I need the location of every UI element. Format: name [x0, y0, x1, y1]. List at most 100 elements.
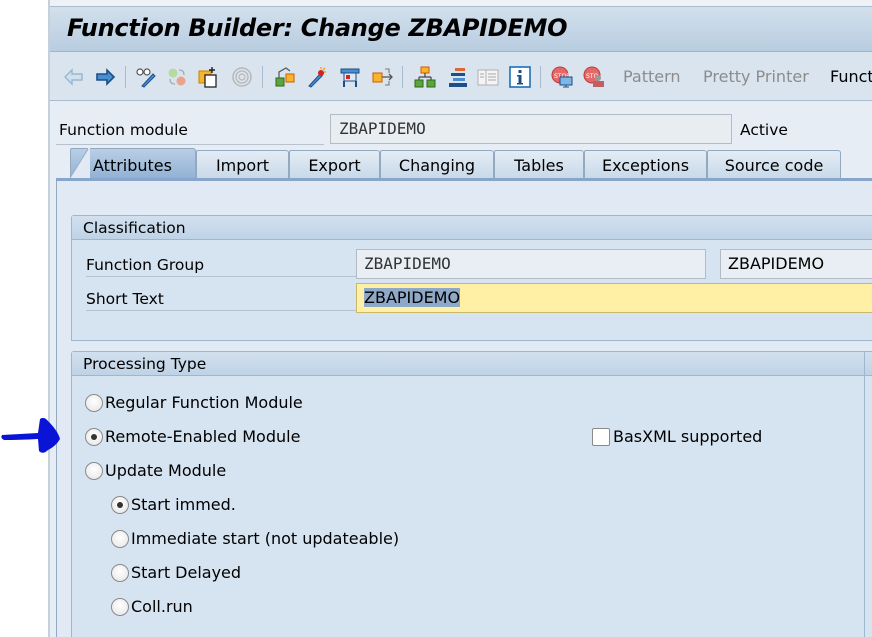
function-group-text-field: ZBAPIDEMO: [720, 249, 872, 279]
tab-underline: [56, 178, 872, 181]
radio-start-delayed[interactable]: Start Delayed: [111, 563, 241, 582]
function-group-field[interactable]: ZBAPIDEMO: [356, 249, 706, 279]
radio-button-selected[interactable]: [111, 495, 129, 514]
pretty-printer-button[interactable]: Pretty Printer: [703, 67, 809, 86]
sap-window: Function Builder: Change ZBAPIDEMO STO P…: [48, 0, 872, 637]
radio-button[interactable]: [111, 563, 129, 582]
short-text-input[interactable]: ZBAPIDEMO: [356, 283, 872, 313]
object-list-button[interactable]: [413, 65, 437, 89]
function-module-header: Function module ZBAPIDEMO Active: [50, 101, 872, 145]
radio-label: Immediate start (not updateable): [131, 529, 400, 548]
radio-coll-run[interactable]: Coll.run: [111, 597, 193, 616]
display-object-list-button[interactable]: [476, 65, 500, 89]
session-breakpoint-icon: STO: [583, 66, 604, 87]
other-object-icon: [198, 67, 217, 88]
display-object-list-icon: [477, 69, 499, 86]
radio-label: Update Module: [105, 461, 227, 480]
checkbox[interactable]: [592, 427, 610, 446]
tab-strip: Attributes Import Export Changing Tables…: [50, 148, 872, 180]
tab-export[interactable]: Export: [289, 150, 380, 180]
function-module-label: Function module: [59, 121, 188, 139]
tab-label: Tables: [514, 156, 564, 175]
active-inactive-icon: [168, 68, 186, 86]
session-breakpoint-button[interactable]: STO: [582, 65, 606, 89]
functions-button[interactable]: Funct: [830, 67, 872, 86]
radio-label: Start Delayed: [131, 563, 242, 582]
test-button[interactable]: [305, 65, 329, 89]
function-module-field[interactable]: ZBAPIDEMO: [330, 114, 732, 144]
function-group-label: Function Group: [86, 256, 205, 274]
attributes-panel: Classification Function Group ZBAPIDEMO …: [56, 181, 872, 637]
radio-remote-enabled-module[interactable]: Remote-Enabled Module: [85, 427, 300, 446]
activate-icon: [275, 67, 295, 87]
window-title: Function Builder: Change ZBAPIDEMO: [67, 14, 568, 42]
radio-regular-function-module[interactable]: Regular Function Module: [85, 393, 303, 412]
tab-source-code[interactable]: Source code: [707, 150, 841, 180]
row-underline: [86, 276, 356, 277]
check-icon: [232, 67, 252, 87]
other-object-button[interactable]: [197, 65, 221, 89]
back-button[interactable]: [62, 65, 86, 89]
display-change-button[interactable]: [134, 65, 158, 89]
pattern-button[interactable]: Pattern: [623, 67, 681, 86]
checkbox-label: BasXML supported: [613, 427, 763, 446]
info-icon: [509, 66, 531, 88]
basxml-supported-checkbox[interactable]: BasXML supported: [592, 427, 762, 446]
label-underline: [56, 144, 324, 145]
display-change-icon: [136, 68, 156, 88]
activate-button[interactable]: [273, 65, 297, 89]
set-breakpoint-button[interactable]: STOP: [550, 65, 574, 89]
radio-button-selected[interactable]: [85, 427, 103, 446]
toolbar-separator: [125, 66, 126, 88]
tab-import[interactable]: Import: [196, 150, 289, 180]
processing-type-title: Processing Type: [83, 355, 207, 373]
tab-label: Source code: [724, 156, 824, 175]
tab-changing[interactable]: Changing: [380, 150, 494, 180]
tab-attributes[interactable]: Attributes: [70, 148, 196, 180]
short-text-selection: ZBAPIDEMO: [364, 288, 461, 307]
where-used-icon: [340, 68, 360, 87]
radio-button[interactable]: [111, 529, 129, 548]
toolbar-separator: [402, 66, 403, 88]
export-icon: [372, 68, 393, 86]
test-wand-icon: [308, 67, 326, 88]
forward-button[interactable]: [93, 65, 117, 89]
tab-exceptions[interactable]: Exceptions: [584, 150, 707, 180]
where-used-button[interactable]: [338, 65, 362, 89]
radio-button[interactable]: [85, 393, 103, 412]
tab-label: Attributes: [93, 156, 172, 175]
back-icon: [64, 68, 83, 86]
info-button[interactable]: [508, 65, 532, 89]
classification-group: Classification Function Group ZBAPIDEMO …: [71, 215, 872, 341]
annotation-arrow-icon: [1, 417, 61, 453]
radio-start-immed[interactable]: Start immed.: [111, 495, 236, 514]
toolbar-separator: [262, 66, 263, 88]
set-breakpoint-icon: STOP: [551, 66, 573, 88]
radio-label: Start immed.: [131, 495, 236, 514]
tab-slant: [70, 148, 90, 179]
radio-button[interactable]: [111, 597, 129, 616]
classification-title: Classification: [83, 219, 186, 237]
active-inactive-button[interactable]: [165, 65, 189, 89]
navigation-stack-icon: [449, 68, 467, 87]
tab-label: Import: [215, 156, 270, 175]
export-button[interactable]: [370, 65, 394, 89]
radio-button[interactable]: [85, 461, 103, 480]
radio-label: Regular Function Module: [105, 393, 303, 412]
classification-header: Classification: [72, 216, 872, 240]
short-text-label: Short Text: [86, 290, 164, 308]
status-text: Active: [740, 121, 788, 139]
check-button[interactable]: [230, 65, 254, 89]
object-list-icon: [414, 66, 436, 88]
radio-label: Remote-Enabled Module: [105, 427, 301, 446]
processing-type-group: Processing Type Regular Function Module …: [71, 351, 872, 637]
toolbar-separator: [540, 66, 541, 88]
navigation-stack-button[interactable]: [446, 65, 470, 89]
tab-tables[interactable]: Tables: [494, 150, 584, 180]
radio-immediate-start-not-updateable[interactable]: Immediate start (not updateable): [111, 529, 399, 548]
radio-update-module[interactable]: Update Module: [85, 461, 226, 480]
tab-label: Changing: [398, 156, 476, 175]
forward-icon: [96, 68, 116, 86]
application-toolbar: STOP STO Pattern Pretty Printer Funct: [50, 52, 872, 101]
processing-type-header: Processing Type: [72, 352, 872, 376]
